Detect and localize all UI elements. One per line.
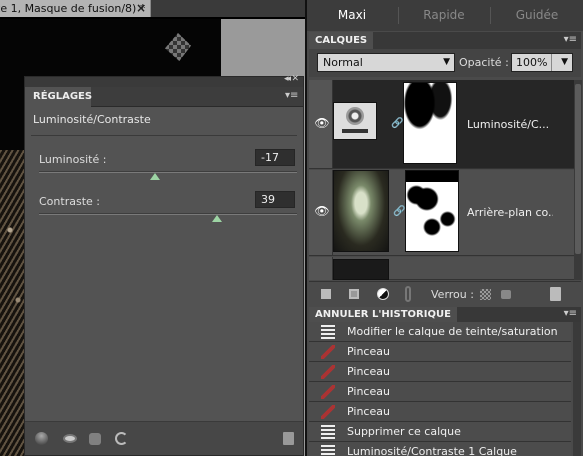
trash-icon[interactable] [283, 432, 294, 445]
history-item-label: Pinceau [347, 405, 390, 418]
brightness-layer-icon [321, 445, 335, 456]
panel-close-icon[interactable]: ✕ [291, 74, 299, 84]
layer-thumbnail [333, 259, 389, 280]
brush-icon [321, 365, 335, 379]
history-item[interactable]: Luminosité/Contraste 1 Calque [309, 442, 571, 456]
history-item[interactable]: Pinceau [309, 402, 571, 422]
history-item-label: Pinceau [347, 345, 390, 358]
layers-panel-header: CALQUES ▾≡ [309, 32, 581, 49]
visibility-eye-icon[interactable] [63, 434, 77, 443]
chevron-down-icon[interactable]: ▼ [561, 54, 568, 71]
history-item-label: Pinceau [347, 365, 390, 378]
eye-icon[interactable]: 👁 [313, 204, 331, 220]
document-tab-strip [151, 0, 307, 17]
gear-icon [346, 107, 364, 125]
layer-row-partial[interactable] [309, 257, 574, 280]
bar-icon [342, 129, 368, 133]
close-icon[interactable]: × [136, 0, 146, 17]
brightness-value-field[interactable]: -17 [255, 149, 295, 166]
layers-options-bar: Normal ▼ Opacité : 100% ▼ [309, 49, 581, 77]
link-icon[interactable]: 🔗 [391, 118, 403, 129]
history-scrollbar[interactable] [573, 322, 581, 456]
tab-layers[interactable]: CALQUES [309, 32, 374, 49]
document-tab[interactable]: te 1, Masque de fusion/8) * × [0, 0, 151, 17]
adjustment-type-title: Luminosité/Contraste [33, 113, 151, 126]
contrast-label: Contraste : [39, 195, 100, 208]
adjustments-header: RÉGLAGES ▾≡ [25, 87, 303, 107]
history-item-label: Supprimer ce calque [347, 425, 461, 438]
adjustment-layer-icon[interactable] [377, 288, 389, 300]
opacity-label: Opacité : [459, 56, 509, 69]
blend-mode-select[interactable]: Normal ▼ [317, 53, 455, 72]
add-mask-icon[interactable] [349, 289, 359, 299]
tab-maxi[interactable]: Maxi [307, 0, 397, 31]
visibility-column [309, 257, 333, 280]
history-list: Modifier le calque de teinte/saturation … [309, 322, 581, 456]
history-item-label: Luminosité/Contraste 1 Calque [347, 445, 517, 456]
view-previous-icon[interactable] [89, 433, 101, 445]
layer-name[interactable]: Arrière-plan co... [467, 206, 553, 219]
collapse-icon[interactable]: ◂◂ [284, 74, 291, 84]
brightness-slider-thumb[interactable] [150, 173, 161, 180]
panel-menu-icon[interactable]: ▾≡ [285, 91, 298, 101]
new-layer-icon[interactable] [321, 289, 331, 299]
history-item[interactable]: Supprimer ce calque [309, 422, 571, 442]
eye-icon[interactable]: 👁 [313, 116, 331, 132]
tab-guidee[interactable]: Guidée [491, 0, 583, 31]
layer-mask-thumbnail[interactable] [405, 170, 459, 252]
brightness-slider-track[interactable] [39, 171, 297, 173]
tab-adjustments[interactable]: RÉGLAGES [25, 87, 92, 107]
lock-icon[interactable] [501, 290, 511, 299]
adjustments-footer [25, 421, 303, 455]
lock-label: Verrou : [431, 288, 474, 301]
divider [31, 135, 297, 136]
brush-icon [321, 385, 335, 399]
history-panel-header: ANNULER L'HISTORIQUE ▾≡ [309, 307, 581, 322]
brightness-label: Luminosité : [39, 153, 107, 166]
lock-transparency-icon[interactable] [480, 289, 491, 300]
history-item-label: Modifier le calque de teinte/saturation [347, 325, 558, 338]
chevron-down-icon: ▼ [443, 57, 450, 67]
adjustments-panel: ◂◂ ✕ RÉGLAGES ▾≡ Luminosité/Contraste Lu… [24, 74, 304, 456]
tab-rapide[interactable]: Rapide [399, 0, 489, 31]
contrast-slider-thumb[interactable] [212, 215, 223, 222]
panel-menu-icon[interactable]: ▾≡ [564, 34, 577, 46]
panel-title-bar[interactable]: ◂◂ ✕ [25, 74, 303, 87]
document-tab-title: te 1, Masque de fusion/8) * [0, 2, 146, 15]
mode-bar: Maxi Rapide Guidée [307, 0, 583, 31]
right-panel-bin: Maxi Rapide Guidée CALQUES ▾≡ Normal ▼ O… [307, 0, 583, 456]
opacity-field[interactable]: 100% ▼ [511, 53, 573, 72]
adjustment-layer-icon [333, 102, 377, 140]
layer-adjust-icon [321, 325, 335, 339]
reset-icon[interactable] [115, 432, 128, 445]
layer-row-background[interactable]: 👁 🔗 Arrière-plan co... [309, 170, 574, 256]
history-item[interactable]: Pinceau [309, 382, 571, 402]
layer-mask-thumbnail[interactable] [403, 82, 457, 164]
history-item-label: Pinceau [347, 385, 390, 398]
tab-history[interactable]: ANNULER L'HISTORIQUE [309, 307, 457, 322]
panel-menu-icon[interactable]: ▾≡ [564, 308, 577, 320]
clip-to-layer-icon[interactable] [35, 432, 48, 445]
blend-mode-value: Normal [323, 56, 363, 69]
scrollbar-thumb[interactable] [575, 84, 581, 254]
divider [551, 54, 552, 71]
link-layers-icon[interactable] [405, 286, 411, 302]
layers-toolbar: Verrou : [309, 281, 581, 306]
trash-icon[interactable] [550, 287, 561, 301]
delete-layer-icon [321, 425, 335, 439]
brush-icon [321, 405, 335, 419]
background-layer-thumbnail [333, 170, 389, 252]
history-item[interactable]: Modifier le calque de teinte/saturation [309, 322, 571, 342]
layer-row-brightness[interactable]: 👁 🔗 Luminosité/C... [309, 80, 574, 169]
layer-name[interactable]: Luminosité/C... [467, 118, 553, 131]
brush-icon [321, 345, 335, 359]
history-item[interactable]: Pinceau [309, 362, 571, 382]
history-item[interactable]: Pinceau [309, 342, 571, 362]
layers-scrollbar[interactable] [574, 80, 582, 280]
opacity-value: 100% [516, 56, 548, 69]
contrast-value-field[interactable]: 39 [255, 191, 295, 208]
link-icon[interactable]: 🔗 [393, 206, 405, 217]
contrast-slider-track[interactable] [39, 213, 297, 215]
